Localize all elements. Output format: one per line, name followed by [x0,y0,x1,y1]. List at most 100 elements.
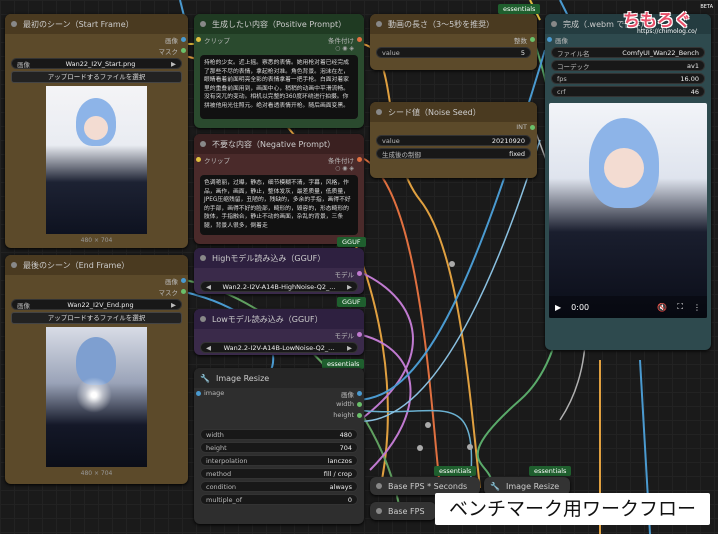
output-image-label: 画像 [341,391,354,399]
interpolation-widget[interactable]: interpolation lanczos [200,455,358,466]
node-title: Lowモデル読み込み（GGUF） [212,314,323,324]
node-title: 生成したい内容（Positive Prompt） [212,19,347,29]
value-widget[interactable]: value 5 [376,47,531,58]
model-select[interactable]: ◀ Wan2.2-I2V-A14B-HighNoise-Q2_... ▶ [200,281,358,292]
prompt-textarea[interactable]: 色调艳丽，过曝，静态，细节模糊不清，字幕，风格，作品，画作，画面，静止，整体发灰… [200,175,358,235]
upload-button[interactable]: アップロードするファイルを選択 [11,71,182,83]
node-title: Image Resize [215,373,270,383]
output-int-label: 整数 [514,37,527,45]
node-title: Base FPS [388,506,425,516]
output-cond-socket[interactable] [357,37,362,42]
crf-widget[interactable]: crf 46 [551,86,705,97]
node-duration[interactable]: 動画の長さ（3〜5秒を推奨） 整数 value 5 [370,14,537,70]
output-width-socket[interactable] [357,402,362,407]
input-clip-socket[interactable] [196,157,201,162]
node-save-webm[interactable]: 完成（.webm で保存） 画像 ファイル名 ComfyUI_Wan22_Benc… [545,14,711,350]
gguf-tag: GGUF [337,237,366,247]
image-select[interactable]: 画像 Wan22_I2V_End.png ▶ [11,299,182,310]
gguf-tag: GGUF [337,297,366,307]
watermark-url: https://chimolog.co/ [637,28,697,35]
watermark: ちもろぐ BETA https://chimolog.co/ [615,4,715,40]
toggle-icons[interactable]: ○ ◉ ◈ [194,165,364,172]
image-select[interactable]: 画像 Wan22_I2V_Start.png ▶ [11,58,182,69]
node-negative-prompt[interactable]: 不要な内容（Negative Prompt） クリップ 条件付け ○ ◉ ◈ 色调… [194,134,364,244]
prompt-textarea[interactable]: 持枪的少女。近上摇。察悉的表情。她用枪对着已经完成了那些不尽的表情，拿起枪对准。… [200,55,358,119]
node-first-scene[interactable]: 最初のシーン（Start Frame） 画像 マスク 画像 Wan22_I2V_S… [5,14,188,248]
width-widget[interactable]: width 480 [200,429,358,440]
output-mask-socket[interactable] [181,48,186,53]
output-cond-socket[interactable] [357,157,362,162]
node-title: 最初のシーン（Start Frame） [23,19,134,29]
output-mask-label: マスク [158,48,179,56]
node-low-model[interactable]: Lowモデル読み込み（GGUF） モデル ◀ Wan2.2-I2V-A14B-Lo… [194,309,364,355]
condition-widget[interactable]: condition always [200,481,358,492]
input-image-socket[interactable] [547,37,552,42]
node-seed[interactable]: シード値（Noise Seed） INT value 20210920 生成後の制… [370,102,537,178]
collapse-dot[interactable] [376,109,382,115]
essentials-tag: essentials [498,4,541,14]
node-high-model[interactable]: Highモデル読み込み（GGUF） モデル ◀ Wan2.2-I2V-A14B-H… [194,248,364,294]
output-image-socket[interactable] [181,37,186,42]
watermark-beta: BETA [700,4,713,10]
toggle-icons[interactable]: ○ ◉ ◈ [194,45,364,52]
node-base-fps[interactable]: Base FPS [370,502,436,520]
collapse-dot[interactable] [376,483,382,489]
node-positive-prompt[interactable]: 生成したい内容（Positive Prompt） クリップ 条件付け ○ ◉ ◈ … [194,14,364,128]
codec-widget[interactable]: コーデック av1 [551,60,705,71]
collapse-dot[interactable] [11,21,17,27]
collapse-dot[interactable] [551,21,557,27]
node-title: 動画の長さ（3〜5秒を推奨） [388,19,495,29]
node-last-scene[interactable]: 最後のシーン（End Frame） 画像 マスク 画像 Wan22_I2V_End… [5,255,188,484]
video-preview[interactable]: ▶ 0:00 🔇 ⛶ ⋮ [549,103,707,318]
node-title: シード値（Noise Seed） [388,107,481,117]
video-time: 0:00 [571,302,590,312]
input-image-socket[interactable] [196,391,201,396]
filename-widget[interactable]: ファイル名 ComfyUI_Wan22_Bench [551,47,705,58]
method-widget[interactable]: method fill / crop [200,468,358,479]
collapse-dot[interactable] [200,21,206,27]
output-int-label: INT [516,123,527,131]
fps-widget[interactable]: fps 16.00 [551,73,705,84]
output-model-socket[interactable] [357,271,362,276]
more-icon[interactable]: ⋮ [693,303,701,312]
output-image-label: 画像 [165,37,178,45]
node-title: Highモデル読み込み（GGUF） [212,253,326,263]
mute-icon[interactable]: 🔇 [657,303,667,312]
collapse-dot[interactable] [200,141,206,147]
collapse-dot[interactable] [200,316,206,322]
output-mask-socket[interactable] [181,289,186,294]
caption-banner: ベンチマーク用ワークフロー [435,493,710,525]
input-clip-socket[interactable] [196,37,201,42]
image-size: 480 × 704 [80,470,113,477]
fullscreen-icon[interactable]: ⛶ [677,302,683,312]
node-title: Base FPS * Seconds [388,481,468,491]
collapse-dot[interactable] [200,255,206,261]
collapse-dot[interactable] [376,21,382,27]
height-widget[interactable]: height 704 [200,442,358,453]
end-frame-image [46,327,147,467]
node-title: Image Resize [505,481,560,491]
output-width-label: width [336,400,354,408]
multiple-of-widget[interactable]: multiple_of 0 [200,494,358,505]
output-cond-label: 条件付け [328,157,354,165]
seed-value-widget[interactable]: value 20210920 [376,135,531,146]
play-icon[interactable]: ▶ [555,303,561,312]
output-image-label: 画像 [165,278,178,286]
collapse-dot[interactable] [376,508,382,514]
model-select[interactable]: ◀ Wan2.2-I2V-A14B-LowNoise-Q2_... ▶ [200,342,358,353]
output-model-label: モデル [334,271,355,279]
output-image-socket[interactable] [181,278,186,283]
upload-button[interactable]: アップロードするファイルを選択 [11,312,182,324]
output-model-socket[interactable] [357,332,362,337]
input-image-label: 画像 [555,37,568,45]
essentials-tag: essentials [529,466,572,476]
control-widget[interactable]: 生成後の制御 fixed [376,148,531,159]
output-image-socket[interactable] [357,391,362,396]
output-int-socket[interactable] [530,125,535,130]
collapse-dot[interactable] [11,262,17,268]
output-height-socket[interactable] [357,413,362,418]
output-int-socket[interactable] [530,37,535,42]
input-image-label: image [204,389,225,397]
start-frame-image [46,86,147,234]
node-image-resize[interactable]: 🔧 Image Resize image 画像 width height width… [194,368,364,524]
